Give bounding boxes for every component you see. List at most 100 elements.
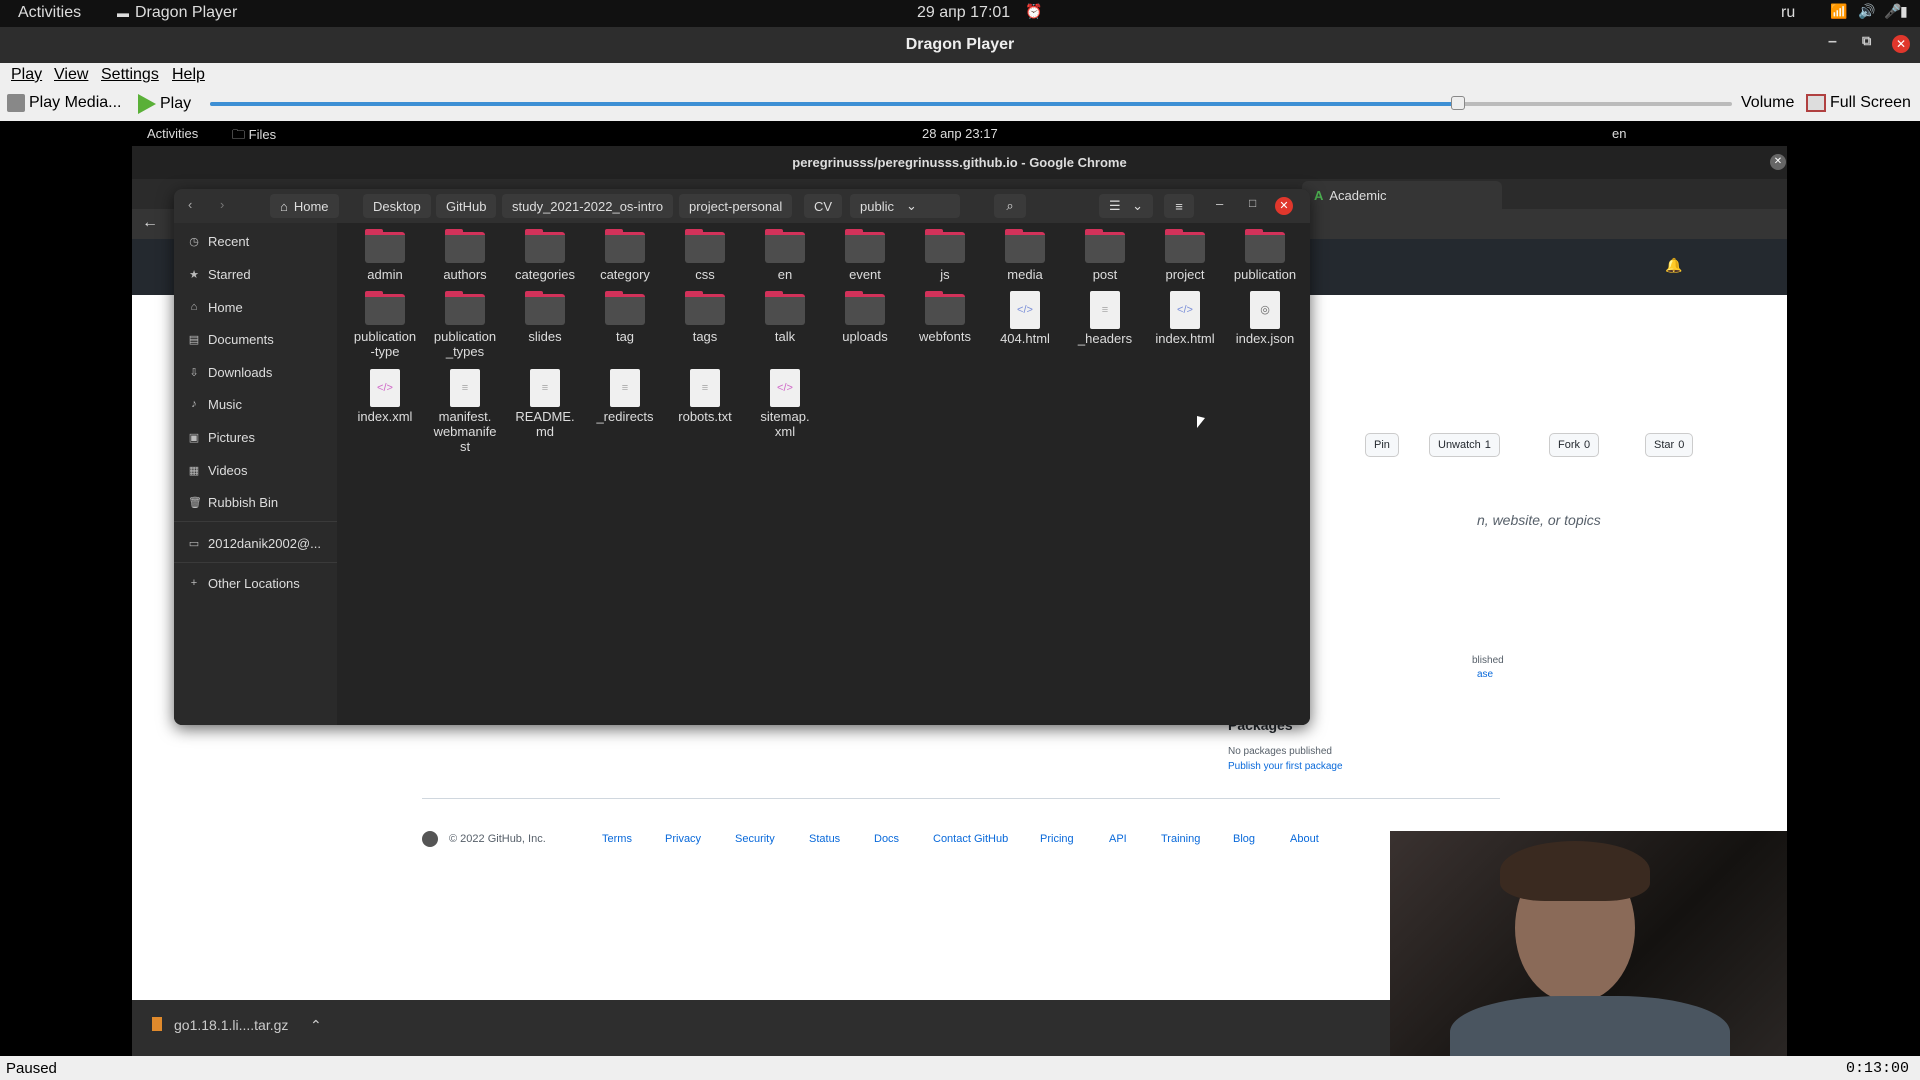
crumb-cv: CV: [804, 194, 843, 218]
chevron-down-icon: ⌄: [905, 198, 917, 213]
sidebar-item-downloads: ⇩ Downloads: [174, 358, 337, 386]
text-file-icon: ≡: [450, 369, 480, 407]
tab-academic-label: Academic: [1329, 187, 1387, 203]
recorded-files-label: Files: [248, 127, 277, 142]
keyboard-layout[interactable]: ru: [1781, 4, 1795, 22]
file-item: </> index.xml: [345, 369, 425, 424]
file-name: slides: [528, 329, 562, 344]
app-name: Dragon Player: [135, 4, 238, 21]
file-item: publication -type: [345, 291, 425, 359]
view-options-button: ☰ ⌄: [1099, 194, 1153, 218]
sidebar-divider: [174, 562, 337, 563]
copyright: © 2022 GitHub, Inc.: [449, 833, 546, 845]
file-name: project: [1165, 267, 1205, 282]
volume-icon[interactable]: 🔊: [1858, 3, 1875, 20]
sidebar-item-rubbish: 🗑 Rubbish Bin: [174, 488, 337, 516]
file-item: tags: [665, 291, 745, 344]
menu-help[interactable]: Help: [172, 66, 205, 84]
folder-icon: [845, 291, 885, 325]
footer-link-security: Security: [735, 833, 775, 845]
back-icon: ‹: [188, 197, 193, 212]
file-name: index.xml: [357, 409, 413, 424]
clock[interactable]: 29 апр 17:01: [917, 4, 1010, 22]
crumb-github: GitHub: [436, 194, 497, 218]
footer-link-status: Status: [809, 833, 841, 845]
folder-icon: [845, 229, 885, 263]
footer-link-privacy: Privacy: [665, 833, 702, 845]
play-label: Play: [160, 95, 192, 112]
play-button[interactable]: Play: [138, 94, 191, 114]
folder-icon: [445, 291, 485, 325]
fork-count: 0: [1584, 439, 1591, 451]
file-item: authors: [425, 229, 505, 282]
crumb-home: ⌂ Home: [270, 194, 339, 218]
close-icon[interactable]: ✕: [1892, 35, 1910, 53]
maximize-icon[interactable]: ⧉: [1862, 33, 1871, 49]
menu-settings[interactable]: Settings: [101, 66, 159, 84]
play-media-label: Play Media...: [29, 94, 122, 111]
home-icon: ⌂: [280, 198, 288, 214]
file-item: event: [825, 229, 905, 282]
volume-button[interactable]: Volume: [1741, 94, 1794, 112]
footer-divider: [422, 798, 1500, 799]
crumb-public-label: public: [860, 198, 894, 214]
crumb-home-label: Home: [293, 198, 329, 214]
mouse-cursor-icon: [1197, 416, 1205, 428]
files-sidebar: ◷ Recent ★ Starred ⌂ Home ▤ Documents ⇩ Downl…: [174, 223, 337, 725]
play-media-button[interactable]: Play Media...: [7, 94, 121, 112]
wifi-icon[interactable]: 📶: [1830, 3, 1847, 20]
sidebar-label: Other Locations: [208, 575, 300, 591]
menu-play[interactable]: Play: [11, 66, 42, 84]
close-icon: ✕: [1275, 197, 1293, 215]
chrome-title: peregrinusss/peregrinusss.github.io - Go…: [792, 155, 1127, 170]
maximize-icon: □: [1249, 196, 1257, 210]
file-item: post: [1065, 229, 1145, 282]
status-text: Paused: [6, 1060, 57, 1077]
webcam-overlay: [1390, 831, 1787, 1056]
sidebar-label: Rubbish Bin: [208, 494, 279, 510]
fullscreen-label: Full Screen: [1830, 94, 1911, 111]
drive-icon: ▭: [188, 537, 200, 550]
file-name: manifest. webmanife st: [433, 409, 497, 454]
battery-icon[interactable]: ▮: [1900, 3, 1908, 20]
file-name: _headers: [1077, 331, 1133, 346]
chevron-up-icon: ⌃: [310, 1017, 322, 1033]
sidebar-item-documents: ▤ Documents: [174, 325, 337, 353]
file-name: post: [1092, 267, 1118, 282]
sidebar-item-starred: ★ Starred: [174, 260, 337, 288]
file-item: ≡ manifest. webmanife st: [425, 369, 505, 454]
minimize-icon[interactable]: –: [1828, 33, 1837, 51]
folder-icon: [685, 291, 725, 325]
activities-button[interactable]: Activities: [18, 4, 81, 22]
document-icon: ▤: [188, 333, 200, 346]
folder-icon: 🗀: [232, 127, 246, 142]
menu-view[interactable]: View: [54, 66, 88, 84]
fullscreen-button[interactable]: Full Screen: [1806, 94, 1911, 112]
pin-label: Pin: [1374, 439, 1390, 451]
crumb-public: public ⌄: [850, 194, 960, 218]
mic-icon[interactable]: 🎤: [1884, 3, 1901, 20]
file-name: authors: [443, 267, 487, 282]
file-item: publication _types: [425, 291, 505, 359]
sidebar-label: Recent: [208, 233, 250, 249]
video-area[interactable]: Activities 🗀 Files 28 апр 23:17 en pereg…: [0, 121, 1920, 1056]
seek-handle[interactable]: [1451, 96, 1466, 110]
unwatch-label: Unwatch: [1438, 439, 1481, 451]
hamburger-icon: ≡: [1175, 198, 1183, 214]
player-statusbar: Paused 0:13:00: [0, 1056, 1920, 1080]
folder-icon: [525, 229, 565, 263]
footer-link-pricing: Pricing: [1040, 833, 1074, 845]
file-name: js: [940, 267, 950, 282]
file-name: tag: [615, 329, 635, 344]
home-icon: ⌂: [190, 301, 198, 313]
sidebar-label: Downloads: [208, 364, 273, 380]
file-item: ≡ _redirects: [585, 369, 665, 424]
app-menu[interactable]: ▬ Dragon Player: [117, 4, 237, 22]
sidebar-item-other-locations: + Other Locations: [174, 569, 337, 597]
footer-link-blog: Blog: [1233, 833, 1256, 845]
file-item: ≡ robots.txt: [665, 369, 745, 424]
music-icon: ♪: [191, 398, 197, 410]
crumb-project-personal: project-personal: [679, 194, 793, 218]
json-file-icon: ◎: [1250, 291, 1280, 329]
crumb-study: study_2021-2022_os-intro: [502, 194, 674, 218]
